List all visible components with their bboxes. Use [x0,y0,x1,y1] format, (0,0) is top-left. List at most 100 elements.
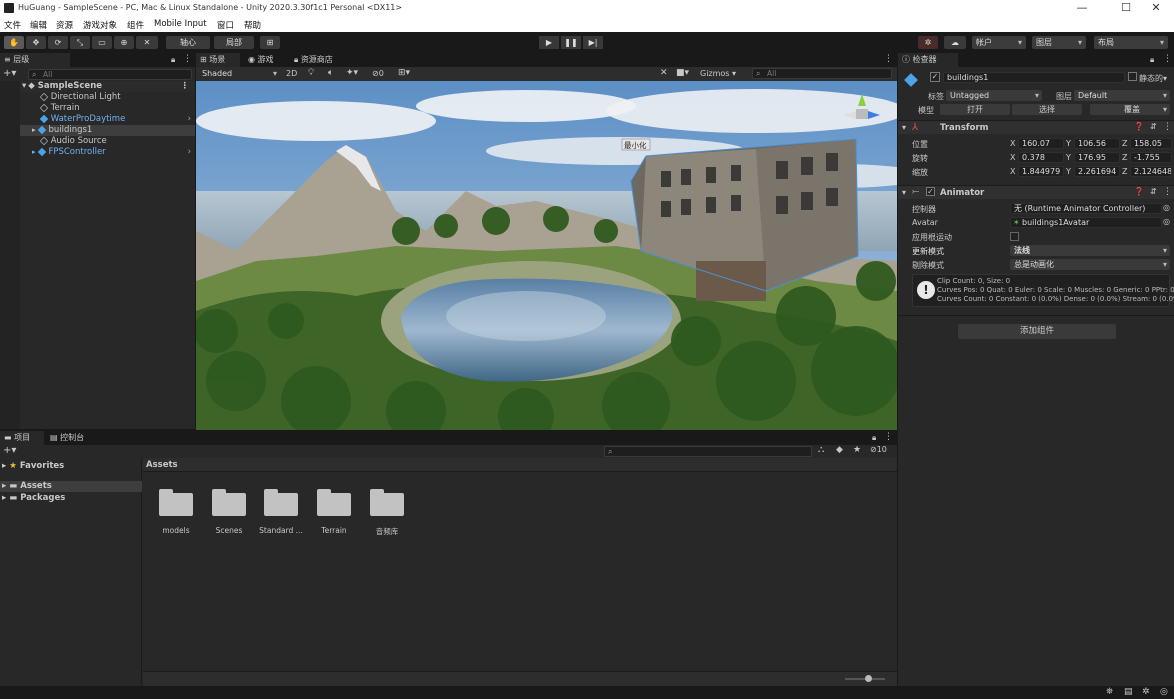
scene-menu-icon[interactable]: ⋮ [181,81,190,92]
static-dropdown[interactable]: 静态的▾ [1139,73,1167,84]
open-button[interactable]: 打开 [940,104,1010,115]
transform-tool-icon[interactable]: ⊕ [114,36,134,49]
rotation-z-field[interactable]: -1.755 [1130,152,1172,163]
scene-root-row[interactable]: ▾ ◆ SampleScene ⋮ [0,81,195,92]
scale-y-field[interactable]: 2.261694 [1074,166,1120,177]
project-search-input[interactable] [604,446,812,457]
folder-icon-audio[interactable] [370,488,404,516]
tab-game[interactable]: ◉ 游戏 [244,53,284,67]
settings-icon[interactable]: ◎ [1160,687,1168,697]
filter-type-icon[interactable]: ⛬ [818,445,824,455]
cloud-icon[interactable]: ☁ [944,36,966,49]
add-icon[interactable]: +▾ [3,68,16,79]
collab-status-icon[interactable]: ✲ [1142,687,1150,697]
object-picker-icon[interactable]: ◎ [1163,217,1170,226]
local-toggle[interactable]: 局部 [214,36,254,49]
folder-icon-scenes[interactable] [212,488,246,516]
scale-x-field[interactable]: 1.844979 [1018,166,1064,177]
menu-window[interactable]: 窗口 [217,19,234,31]
scale-tool-icon[interactable]: ⤡ [70,36,90,49]
lock-icon[interactable]: 🔒︎ [872,433,876,443]
rect-tool-icon[interactable]: ▭ [92,36,112,49]
culling-mode-dropdown[interactable]: 总是动画化 [1010,259,1170,270]
lock-icon[interactable]: 🔒︎ [171,55,175,65]
close-button[interactable]: ✕ [1138,0,1174,16]
scale-z-field[interactable]: 2.124648 [1130,166,1172,177]
camera-icon[interactable]: ■▾ [676,68,689,78]
account-dropdown[interactable]: 帐户 [972,36,1026,49]
help-icon[interactable]: ❓ [1134,187,1144,196]
active-checkbox[interactable]: ✓ [930,72,940,82]
effects-icon[interactable]: ✦▾ [346,68,358,78]
list-item[interactable]: Audio Source [0,136,195,147]
play-button[interactable]: ▶ [539,36,559,49]
pivot-toggle[interactable]: 轴心 [166,36,210,49]
help-icon[interactable]: ❓ [1134,122,1144,131]
animator-enabled-checkbox[interactable]: ✓ [926,187,935,196]
grid-snap-icon[interactable]: ⊞ [260,36,280,49]
icon-size-slider-handle[interactable] [865,675,872,682]
layers-dropdown[interactable]: 图层 [1032,36,1086,49]
hand-tool-icon[interactable]: ✋ [4,36,24,49]
hidden-layers-icon[interactable]: ⊘0 [372,69,384,78]
list-item[interactable]: Directional Light [0,92,195,103]
favorite-star-icon[interactable]: ★ [853,445,861,455]
custom-tool-icon[interactable]: ✕ [136,36,158,49]
transform-header[interactable]: ▾ ⅄ Transform ❓ ⇵ ⋮ [898,120,1174,134]
rotation-x-field[interactable]: 0.378 [1018,152,1064,163]
more-menu-icon[interactable]: ⋮ [884,432,893,442]
create-icon[interactable]: +▾ [3,445,16,456]
collab-icon[interactable]: ✲ [918,36,938,49]
preset-icon[interactable]: ⇵ [1150,187,1157,196]
position-y-field[interactable]: 106.56 [1074,138,1120,149]
root-motion-checkbox[interactable] [1010,232,1019,241]
tab-inspector[interactable]: ⓘ 检查器 [898,53,958,67]
object-picker-icon[interactable]: ◎ [1163,203,1170,212]
tab-asset-store[interactable]: 🔒︎ 资源商店 [290,53,350,67]
folder-icon-models[interactable] [159,488,193,516]
bug-icon[interactable]: ⛯ [1106,687,1113,697]
move-tool-icon[interactable]: ✥ [26,36,46,49]
static-checkbox[interactable] [1128,72,1137,81]
add-component-button[interactable]: 添加组件 [958,324,1116,339]
menu-help[interactable]: 帮助 [244,19,261,31]
component-menu-icon[interactable]: ⋮ [1163,187,1172,197]
preset-icon[interactable]: ⇵ [1150,122,1157,131]
list-item[interactable]: WaterProDaytime › [0,114,195,125]
hidden-packages-icon[interactable]: ⊘10 [870,445,887,454]
toggle-2d[interactable]: 2D [286,69,297,78]
more-menu-icon[interactable]: ⋮ [1163,54,1172,64]
position-z-field[interactable]: 158.05 [1130,138,1172,149]
rotation-y-field[interactable]: 176.95 [1074,152,1120,163]
controller-field[interactable]: 无 (Runtime Animator Controller) [1010,203,1162,214]
layer-dropdown[interactable]: Default [1074,90,1170,101]
scene-viewport[interactable] [196,81,897,430]
object-name-field[interactable]: buildings1 [943,72,1125,83]
component-menu-icon[interactable]: ⋮ [1163,122,1172,132]
step-button[interactable]: ▶| [583,36,603,49]
update-mode-dropdown[interactable]: 法线 [1010,245,1170,256]
menu-mobile-input[interactable]: Mobile Input [154,19,207,29]
pause-button[interactable]: ❚❚ [561,36,581,49]
layout-dropdown[interactable]: 布局 [1094,36,1168,49]
menu-assets[interactable]: 资源 [56,19,73,31]
more-menu-icon[interactable]: ⋮ [183,54,192,64]
favorites-row[interactable]: ▸ ★ Favorites [2,461,64,471]
packages-row[interactable]: ▸ ▬ Packages [2,493,65,503]
menu-edit[interactable]: 编辑 [30,19,47,31]
list-item-selected[interactable]: ▸ buildings1 [0,125,195,136]
animator-header[interactable]: ▾ ⤚ ✓ Animator ❓ ⇵ ⋮ [898,185,1174,199]
tab-scene[interactable]: ⊞ 场景 [196,53,240,67]
assets-row[interactable]: ▸ ▬ Assets [0,481,142,492]
menu-gameobject[interactable]: 游戏对象 [83,19,117,31]
tools-icon[interactable]: ✕ [660,68,668,78]
tab-hierarchy[interactable]: ≡ 层级 [0,53,70,67]
minimize-button[interactable]: — [1064,0,1100,16]
scene-search-input[interactable]: All [752,68,892,79]
overrides-dropdown[interactable]: 覆盖 [1090,104,1170,115]
avatar-field[interactable]: ✶ buildings1Avatar [1010,217,1162,228]
position-x-field[interactable]: 160.07 [1018,138,1064,149]
tag-dropdown[interactable]: Untagged [946,90,1042,101]
lock-icon[interactable]: 🔒︎ [1150,55,1154,65]
list-item[interactable]: ▸ FPSController › [0,147,195,158]
